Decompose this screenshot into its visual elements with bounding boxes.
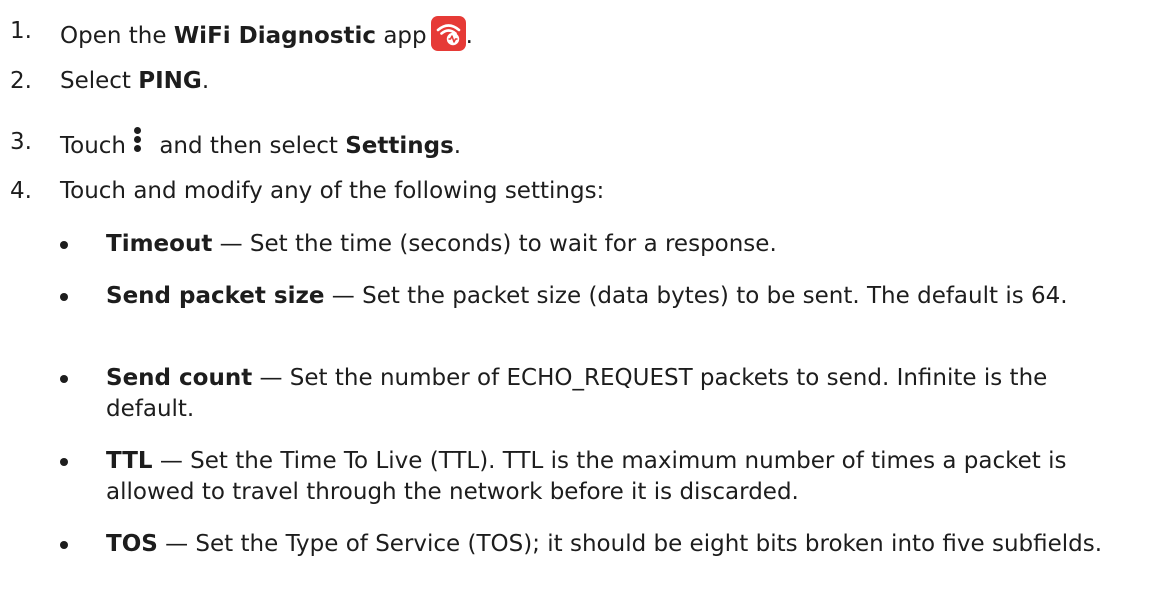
setting-term: Send packet size — [106, 283, 325, 309]
step-text: Touch and then select Settings. — [60, 127, 461, 161]
step-post: . — [201, 68, 210, 94]
setting-item-send-packet-size: Send packet size — Set the packet size (… — [60, 281, 1140, 312]
step-pre: Select — [60, 68, 139, 94]
bullet-icon — [60, 541, 68, 549]
step-mid: and then select — [152, 133, 346, 159]
step-pre: Open the — [60, 23, 174, 49]
setting-desc: — Set the packet size (data bytes) to be… — [324, 283, 1068, 309]
setting-term: Send count — [106, 365, 253, 391]
step-number: 2. — [10, 68, 32, 94]
step-text: Open the WiFi Diagnostic app. — [60, 16, 473, 51]
step-post: app — [376, 23, 427, 49]
setting-desc: — Set the Time To Live (TTL). TTL is the… — [106, 448, 1067, 505]
step-text: Select PING. — [60, 66, 209, 96]
setting-term: TOS — [106, 531, 158, 557]
setting-term: Timeout — [106, 231, 213, 257]
bullet-icon — [60, 458, 68, 466]
more-vert-icon — [130, 127, 144, 157]
step-number: 1. — [10, 18, 32, 44]
step-text: Touch and modify any of the following se… — [60, 178, 605, 204]
settings-label: Settings — [345, 133, 454, 159]
setting-desc: — Set the Type of Service (TOS); it shou… — [157, 531, 1103, 557]
step-number: 3. — [10, 129, 32, 155]
setting-item-tos: TOS — Set the Type of Service (TOS); it … — [60, 529, 1140, 560]
app-name: WiFi Diagnostic — [173, 23, 377, 49]
bullet-icon — [60, 241, 68, 249]
setting-item-send-count: Send count — Set the number of ECHO_REQU… — [60, 363, 1140, 425]
step-pre: Touch — [60, 133, 127, 159]
step-end: . — [465, 23, 473, 49]
step-post: . — [453, 133, 462, 159]
setting-desc: — Set the time (seconds) to wait for a r… — [212, 231, 777, 257]
wifi-diagnostic-app-icon — [430, 16, 466, 51]
bullet-icon — [60, 293, 68, 301]
ping-label: PING — [138, 68, 202, 94]
step-number: 4. — [10, 178, 32, 204]
setting-term: TTL — [106, 448, 153, 474]
bullet-icon — [60, 375, 68, 383]
setting-item-ttl: TTL — Set the Time To Live (TTL). TTL is… — [60, 446, 1140, 508]
setting-item-timeout: Timeout — Set the time (seconds) to wait… — [60, 229, 1140, 260]
